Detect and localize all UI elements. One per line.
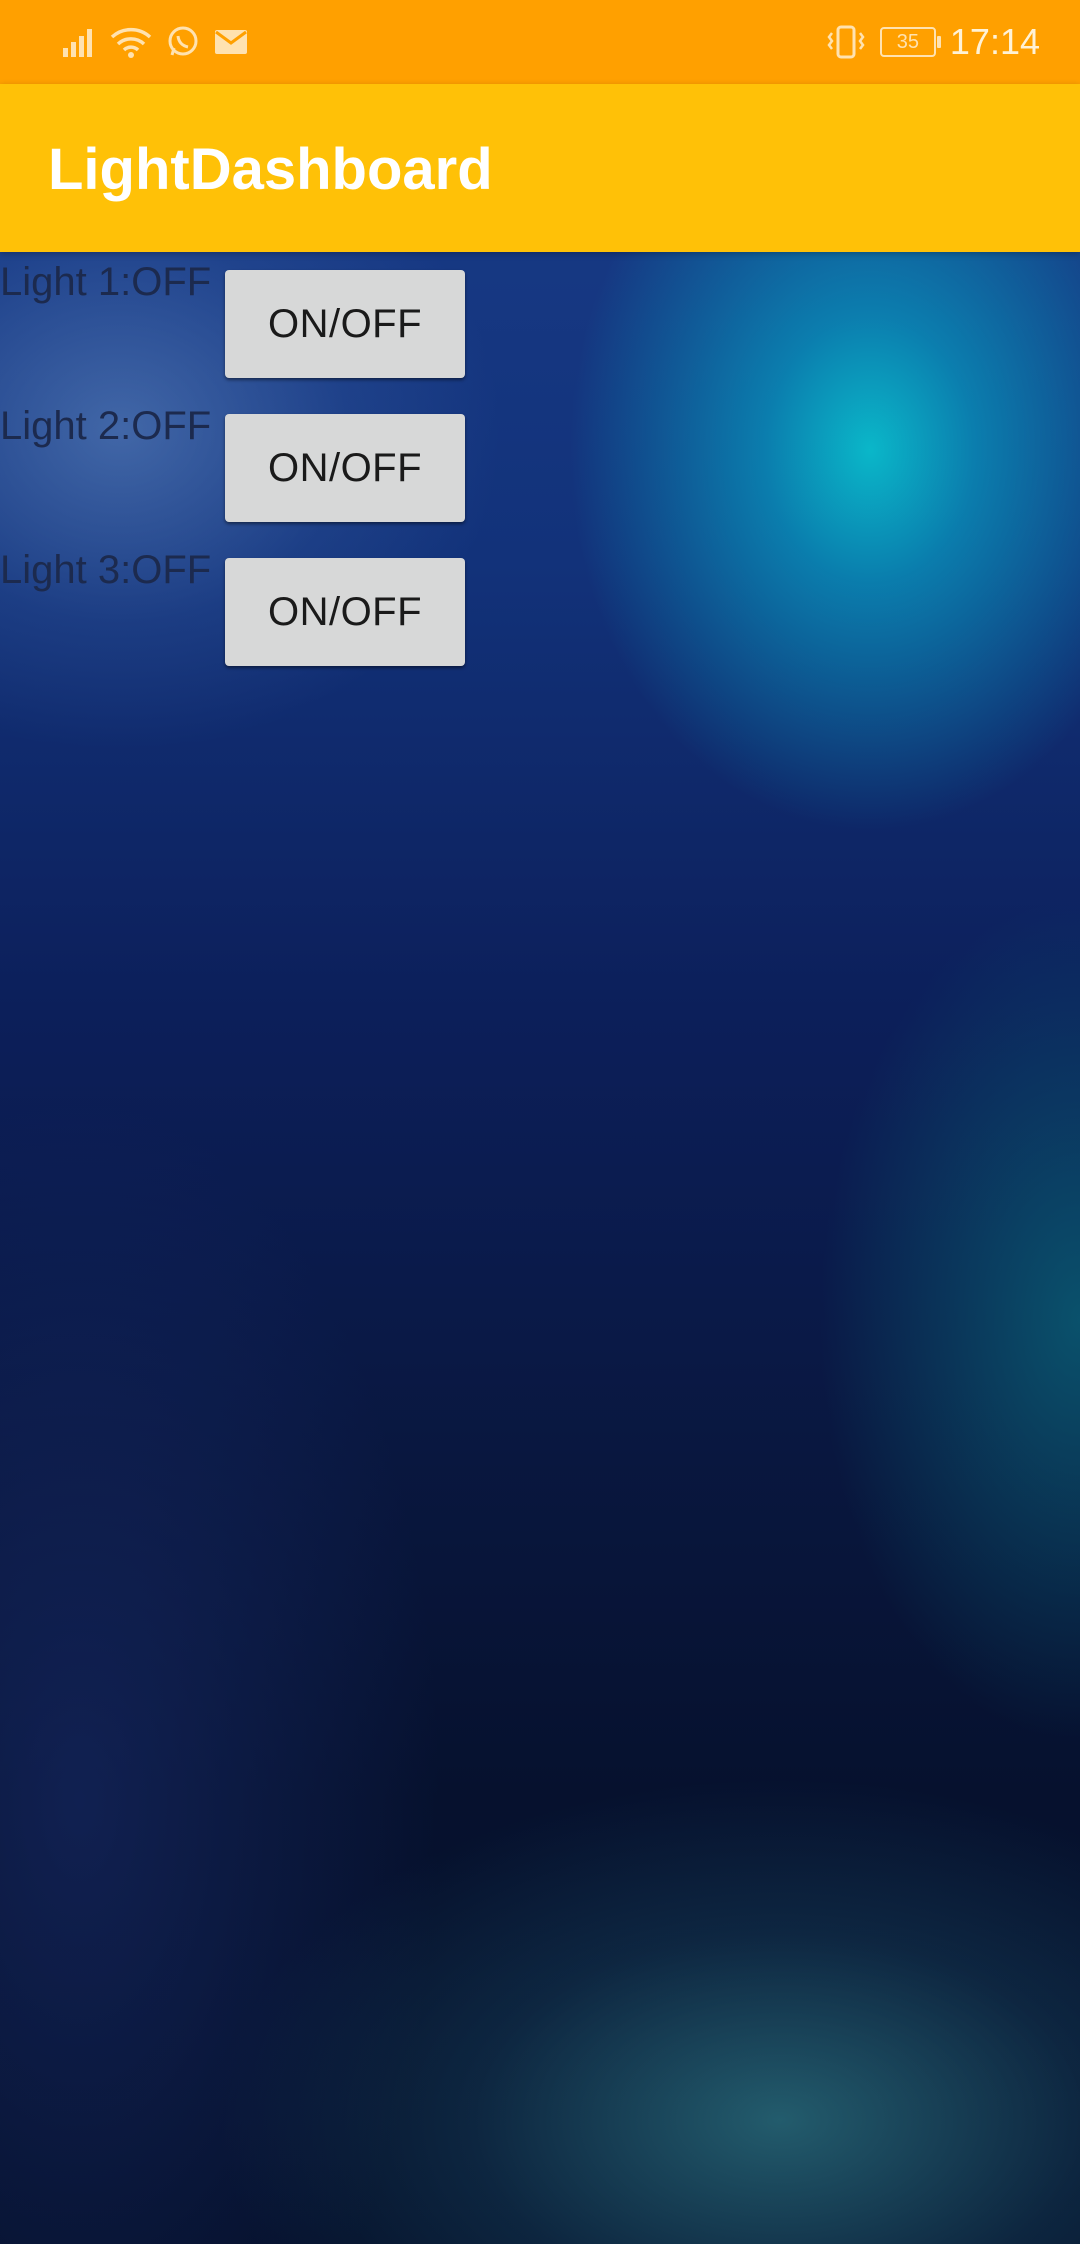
light-row-1: Light 1:OFF ON/OFF: [0, 252, 480, 378]
vibrate-icon: [827, 25, 865, 59]
status-bar: 35 17:14: [0, 0, 1080, 84]
light-1-toggle-button[interactable]: ON/OFF: [225, 270, 465, 378]
light-1-status-label: Light 1:OFF: [0, 260, 212, 304]
app-bar: LightDashboard: [0, 84, 1080, 252]
whatsapp-icon: [168, 26, 198, 56]
light-2-toggle-button[interactable]: ON/OFF: [225, 414, 465, 522]
signal-icon: [63, 29, 92, 57]
wifi-icon: [110, 27, 152, 58]
battery-icon: 35: [879, 27, 941, 57]
battery-level: 35: [896, 31, 920, 53]
mail-icon: [215, 30, 247, 54]
light-3-status-label: Light 3:OFF: [0, 548, 212, 592]
light-2-status-label: Light 2:OFF: [0, 404, 212, 448]
light-row-3: Light 3:OFF ON/OFF: [0, 540, 480, 666]
light-3-toggle-button[interactable]: ON/OFF: [225, 558, 465, 666]
light-row-2: Light 2:OFF ON/OFF: [0, 396, 480, 522]
app-title: LightDashboard: [48, 137, 493, 202]
status-time: 17:14: [949, 21, 1040, 62]
